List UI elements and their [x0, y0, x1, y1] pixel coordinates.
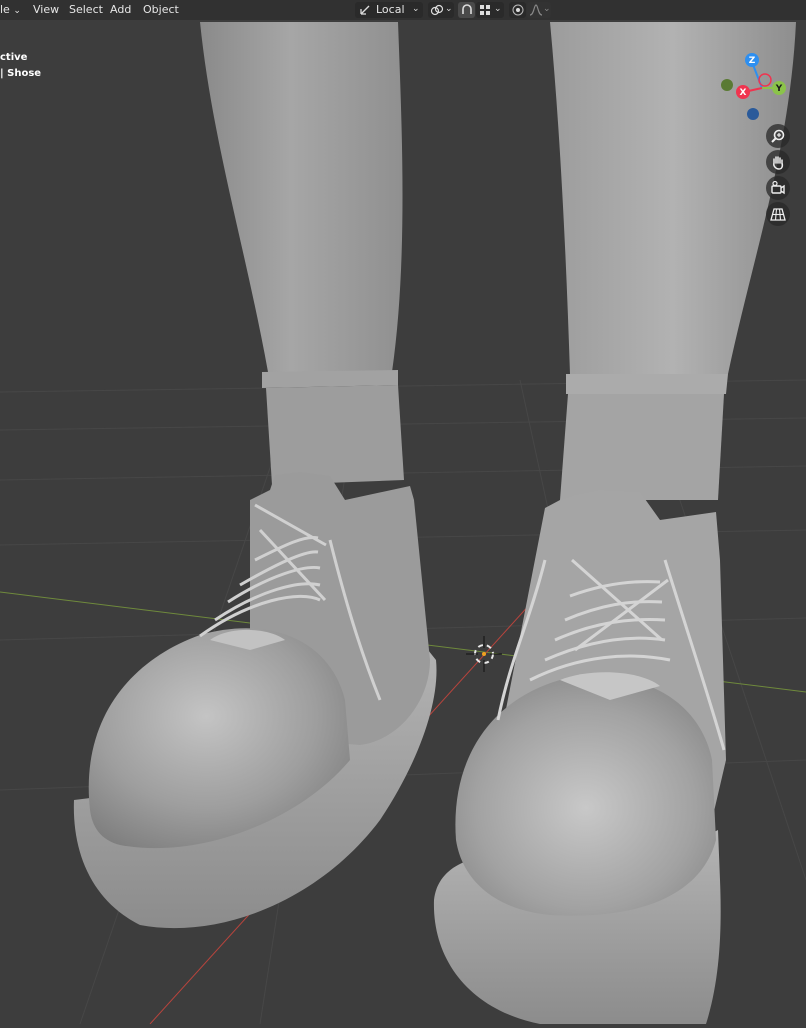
- left-leg: [200, 22, 403, 372]
- gizmo-z-label: Z: [749, 56, 756, 66]
- toggle-ortho-button[interactable]: [766, 202, 790, 226]
- gizmo-y-label: Y: [775, 84, 783, 94]
- falloff-icon: [529, 4, 543, 16]
- viewport-info-overlay: ctive | Shose: [0, 50, 41, 82]
- orientation-label: Local: [376, 3, 405, 16]
- mode-selector[interactable]: le ⌄: [0, 0, 21, 20]
- zoom-icon: [771, 129, 785, 143]
- chevron-down-icon: ⌄: [412, 4, 420, 14]
- viewport-scene: Z Y X: [0, 22, 806, 1025]
- orientation-dropdown[interactable]: Local ⌄: [355, 2, 423, 18]
- snap-toggle[interactable]: [458, 2, 475, 18]
- zoom-button[interactable]: [766, 124, 790, 148]
- proportional-editing-icon: [512, 4, 524, 16]
- gizmo-x-label: X: [740, 88, 747, 98]
- view-mode-text: ctive: [0, 52, 28, 63]
- menu-select[interactable]: Select: [69, 0, 103, 20]
- left-shoe: [73, 472, 437, 929]
- gizmo-neg-z: [747, 108, 759, 120]
- menu-view[interactable]: View: [33, 0, 59, 20]
- transform-orientation-icon: [360, 5, 370, 15]
- active-object-text: | Shose: [0, 68, 42, 79]
- gizmo-neg-y: [721, 79, 733, 91]
- chevron-down-icon: ⌄: [13, 6, 21, 16]
- menu-object[interactable]: Object: [143, 0, 179, 20]
- 3d-viewport[interactable]: Z Y X: [0, 0, 806, 1025]
- pan-hand-icon: [773, 156, 784, 170]
- proportional-editing-toggle[interactable]: [509, 2, 526, 18]
- chevron-down-icon: ⌄: [494, 4, 502, 14]
- camera-view-icon: [771, 180, 785, 195]
- pivot-point-dropdown[interactable]: ⌄: [428, 2, 454, 18]
- grid-ortho-icon: [770, 208, 786, 221]
- left-sock: [266, 385, 404, 485]
- menu-add[interactable]: Add: [110, 0, 131, 20]
- pan-button[interactable]: [766, 150, 790, 174]
- camera-view-button[interactable]: [766, 176, 790, 200]
- snap-icon: [462, 4, 472, 14]
- right-shoe: [433, 490, 726, 1024]
- snap-increment-icon: [480, 5, 490, 15]
- right-sock: [560, 394, 724, 500]
- right-leg: [550, 22, 796, 374]
- falloff-dropdown[interactable]: ⌄: [527, 2, 551, 18]
- snap-target-dropdown[interactable]: ⌄: [476, 2, 504, 18]
- link-icon: [430, 4, 444, 16]
- chevron-down-icon: ⌄: [445, 4, 453, 14]
- chevron-down-icon: ⌄: [543, 4, 551, 14]
- viewport-header: le ⌄ View Select Add Object Local ⌄ ⌄ ⌄: [0, 0, 806, 20]
- mode-selector-label: le: [0, 3, 10, 16]
